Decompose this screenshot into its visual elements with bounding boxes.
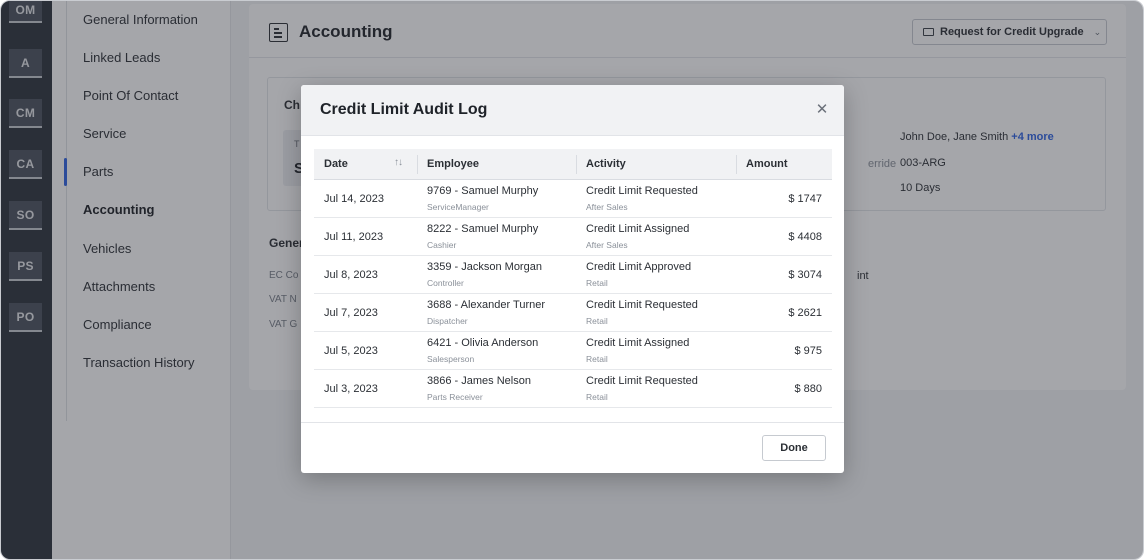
cell-employee: 9769 - Samuel Murphy (427, 185, 539, 197)
cell-date: Jul 14, 2023 (324, 193, 384, 205)
cell-date: Jul 5, 2023 (324, 345, 378, 357)
cell-amount: $ 975 (794, 345, 822, 357)
cell-amount: $ 1747 (788, 193, 822, 205)
modal-footer-divider (301, 422, 844, 423)
column-header-activity: Activity (586, 158, 626, 170)
modal-header: Credit Limit Audit Log ✕ (301, 85, 844, 136)
cell-employee: 3866 - James Nelson (427, 375, 531, 387)
cell-activity: Credit Limit Assigned (586, 223, 690, 235)
cell-employee-role: Dispatcher (427, 316, 468, 326)
cell-amount: $ 880 (794, 383, 822, 395)
column-divider (576, 155, 577, 174)
close-icon[interactable]: ✕ (813, 101, 831, 119)
cell-employee: 6421 - Olivia Anderson (427, 337, 539, 349)
cell-date: Jul 7, 2023 (324, 307, 378, 319)
cell-amount: $ 2621 (788, 307, 822, 319)
column-header-amount: Amount (746, 158, 788, 170)
cell-activity: Credit Limit Requested (586, 299, 698, 311)
cell-date: Jul 3, 2023 (324, 383, 378, 395)
cell-activity-dept: Retail (586, 278, 608, 288)
table-row: Jul 5, 2023 6421 - Olivia Anderson Sales… (314, 332, 832, 370)
cell-activity-dept: After Sales (586, 240, 628, 250)
cell-activity: Credit Limit Requested (586, 185, 698, 197)
cell-employee-role: Cashier (427, 240, 457, 250)
cell-activity-dept: Retail (586, 354, 608, 364)
cell-employee: 3688 - Alexander Turner (427, 299, 546, 311)
table-row: Jul 8, 2023 3359 - Jackson Morgan Contro… (314, 256, 832, 294)
cell-employee: 3359 - Jackson Morgan (427, 261, 542, 273)
sort-icon[interactable]: ↑↓ (394, 157, 403, 168)
column-divider (736, 155, 737, 174)
cell-employee-role: Parts Receiver (427, 392, 483, 402)
cell-employee: 8222 - Samuel Murphy (427, 223, 539, 235)
cell-amount: $ 3074 (788, 269, 822, 281)
credit-limit-audit-log-modal: Credit Limit Audit Log ✕ Date ↑↓ Employe… (301, 85, 844, 473)
cell-activity-dept: After Sales (586, 202, 628, 212)
audit-log-table: Date ↑↓ Employee Activity Amount Jul 14,… (314, 149, 832, 408)
column-divider (417, 155, 418, 174)
cell-employee-role: Salesperson (427, 354, 475, 364)
done-button[interactable]: Done (762, 435, 826, 461)
table-row: Jul 7, 2023 3688 - Alexander Turner Disp… (314, 294, 832, 332)
table-header: Date ↑↓ Employee Activity Amount (314, 149, 832, 180)
table-row: Jul 14, 2023 9769 - Samuel Murphy Servic… (314, 180, 832, 218)
table-row: Jul 11, 2023 8222 - Samuel Murphy Cashie… (314, 218, 832, 256)
cell-activity: Credit Limit Assigned (586, 337, 690, 349)
cell-activity: Credit Limit Requested (586, 375, 698, 387)
cell-employee-role: Controller (427, 278, 464, 288)
app-frame: OM A CM CA SO PS PO General Information … (0, 0, 1144, 560)
cell-activity-dept: Retail (586, 316, 608, 326)
cell-date: Jul 11, 2023 (324, 231, 384, 243)
column-header-employee: Employee (427, 158, 479, 170)
cell-amount: $ 4408 (788, 231, 822, 243)
column-header-date[interactable]: Date (324, 158, 348, 170)
modal-title: Credit Limit Audit Log (320, 101, 488, 118)
cell-activity: Credit Limit Approved (586, 261, 692, 273)
cell-date: Jul 8, 2023 (324, 269, 378, 281)
cell-activity-dept: Retail (586, 392, 608, 402)
cell-employee-role: ServiceManager (427, 202, 489, 212)
table-row: Jul 3, 2023 3866 - James Nelson Parts Re… (314, 370, 832, 408)
